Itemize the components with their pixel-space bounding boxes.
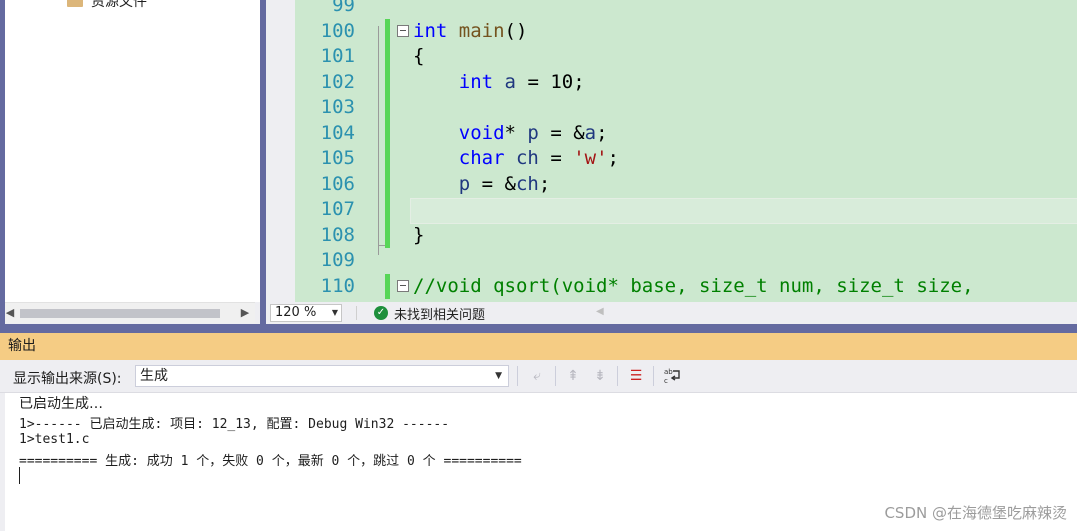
output-source-select[interactable]: 生成 ▼ [135,365,509,387]
code-text: int main() [413,19,528,42]
tree-item-resource-files[interactable]: 资源文件 [67,0,147,11]
change-tracking-bar [385,273,390,299]
code-line[interactable]: 102 int a = 10; [295,69,1077,95]
change-tracking-bar [385,146,390,172]
code-editor[interactable]: 99 100 int main() 101{102 int a = 10; 103 104… [270,0,1077,302]
output-text-area[interactable]: 已启动生成… 1>------ 已启动生成: 项目: 12_13, 配置: De… [5,393,1077,531]
code-line[interactable]: 108} [295,222,1077,248]
left-frame-border [0,0,5,324]
code-line[interactable]: 104 void* p = &a; [295,120,1077,146]
chevron-down-icon: ▼ [331,308,338,317]
output-line: 1>------ 已启动生成: 项目: 12_13, 配置: Debug Win… [19,417,450,432]
editor-margin [270,0,295,302]
line-number: 105 [320,147,355,169]
line-number: 108 [320,223,355,246]
line-number: 103 [320,96,355,118]
collapse-icon[interactable] [397,279,409,292]
folder-icon [67,0,83,8]
line-number: 104 [320,121,355,144]
code-line[interactable]: 100 int main() [295,18,1077,44]
output-line: 1>test1.c [19,432,90,447]
line-number: 107 [320,198,355,220]
change-tracking-bar [385,18,390,44]
code-line[interactable]: 105 char ch = 'w'; [295,146,1077,172]
output-title-text: 输出 [8,338,36,354]
change-tracking-bar [385,95,390,121]
change-tracking-bar [385,171,390,197]
window-splitter[interactable] [0,324,1077,333]
output-toolbar: 显示输出来源(S): 生成 ▼ ⤶ ⇞ ⇟ ☰ ab c [0,360,1077,393]
scrollbar-thumb[interactable] [20,309,220,318]
toolbar-separator [517,366,518,386]
code-line[interactable]: 101 { [295,44,1077,70]
line-number: 106 [320,172,355,195]
solution-explorer-hscrollbar[interactable]: ◀ ▶ [0,302,255,323]
panel-splitter[interactable] [260,0,266,324]
output-panel-title: 输出 [0,333,1077,360]
line-number: 110 [320,274,355,297]
next-message-icon[interactable]: ⇟ [590,366,610,386]
tree-item-label: 资源文件 [91,0,147,10]
editor-status-bar: 120 % ▼ ✓ 未找到相关问题 ◀ [266,302,1077,324]
go-to-line-icon[interactable]: ⤶ [527,366,547,386]
change-tracking-bar [385,120,390,146]
chevron-down-icon: ▼ [495,371,502,381]
line-number: 101 [320,45,355,67]
change-tracking-bar [385,222,390,248]
svg-text:ab: ab [664,368,673,376]
clear-all-icon[interactable]: ☰ [626,366,646,386]
status-separator [356,306,357,320]
line-number: 102 [320,70,355,93]
previous-message-icon[interactable]: ⇞ [563,366,583,386]
code-line[interactable]: 107 [295,197,1077,223]
output-line: ========== 生成: 成功 1 个，失败 0 个，最新 0 个，跳过 0… [19,454,522,469]
code-line[interactable]: 103 [295,95,1077,121]
code-text: { [413,45,425,67]
issues-indicator[interactable]: ✓ 未找到相关问题 [374,304,486,323]
zoom-value: 120 % [275,305,317,320]
output-source-value: 生成 [140,368,168,384]
line-number: 109 [320,249,355,271]
code-line[interactable]: 99 [295,0,1077,19]
change-tracking-bar [385,197,390,223]
scroll-left-icon[interactable]: ◀ [596,306,604,317]
code-text: void* p = &a; [458,121,608,144]
code-text: int a = 10; [458,70,585,93]
code-line[interactable]: 109 [295,248,1077,274]
solution-explorer: 资源文件 [5,0,260,302]
scroll-left-icon[interactable]: ◀ [3,306,17,320]
line-number: 100 [320,19,355,42]
output-line: 已启动生成… [19,396,103,412]
watermark: CSDN @在海德堡吃麻辣烫 [884,504,1067,522]
output-source-label: 显示输出来源(S): [13,371,122,387]
text-caret [19,467,20,484]
code-text: } [413,223,425,246]
line-number: 99 [332,0,355,16]
svg-text:c: c [664,377,668,385]
zoom-dropdown[interactable]: 120 % ▼ [270,304,342,322]
toolbar-separator [617,366,618,386]
collapse-icon[interactable] [397,24,409,37]
code-line[interactable]: 106 p = &ch; [295,171,1077,197]
word-wrap-icon[interactable]: ab c [663,366,683,386]
change-tracking-bar [385,44,390,70]
code-text: char ch = 'w'; [458,147,619,169]
code-line[interactable]: 110 //void qsort(void* base, size_t num, … [295,273,1077,299]
change-tracking-bar [385,69,390,95]
toolbar-separator [555,366,556,386]
toolbar-separator [653,366,654,386]
code-text: //void qsort(void* base, size_t num, siz… [413,274,974,297]
scroll-right-icon[interactable]: ▶ [238,306,252,320]
code-text: p = &ch; [458,172,551,195]
issues-text: 未找到相关问题 [394,307,486,323]
check-circle-icon: ✓ [374,306,388,320]
